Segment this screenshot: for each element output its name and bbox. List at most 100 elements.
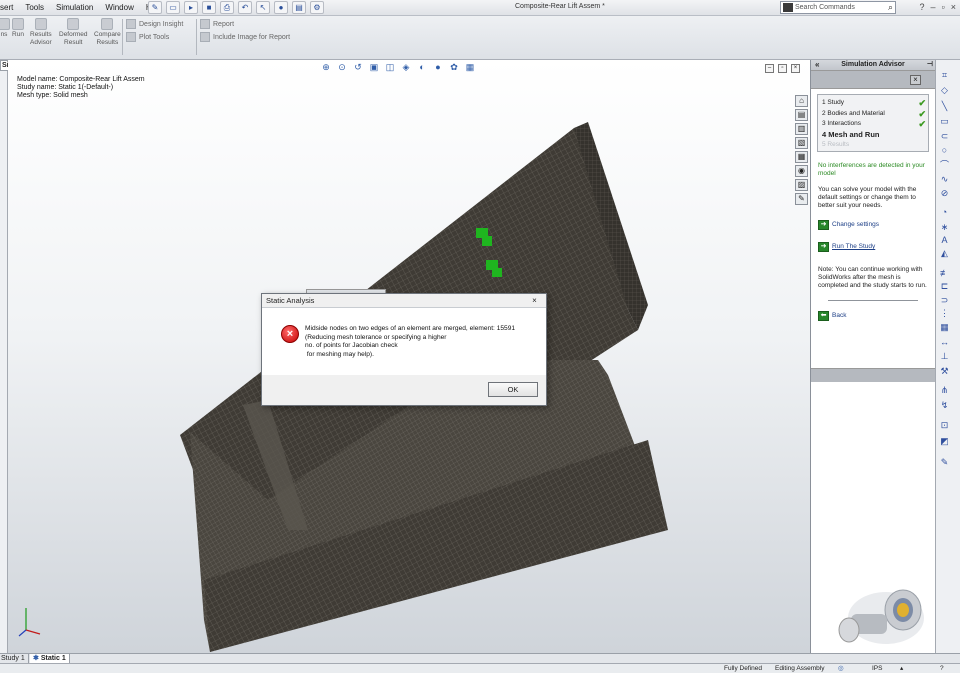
cmd-item-ns[interactable]: ns <box>0 18 10 39</box>
move-entities-icon[interactable]: ↔ <box>939 337 950 347</box>
view-palette-icon[interactable]: ▦ <box>795 151 808 163</box>
step-mesh-run[interactable]: 4 Mesh and Run <box>822 130 924 141</box>
menu-tools[interactable]: Tools <box>19 2 50 14</box>
back-link[interactable]: ⬅ Back <box>818 311 928 321</box>
message-line-4: for meshing may help). <box>305 350 374 358</box>
advisor-close-icon[interactable]: × <box>910 75 921 85</box>
restore-icon[interactable]: ▫ <box>942 2 945 12</box>
offset-icon[interactable]: ⊃ <box>939 295 950 305</box>
appearances-icon[interactable]: ◉ <box>795 165 808 177</box>
undo-icon[interactable]: ↶ <box>238 1 252 14</box>
quick-snaps-icon[interactable]: ⋔ <box>939 385 950 395</box>
zoom-to-fit-icon[interactable]: ⊕ <box>320 62 332 73</box>
run-button[interactable]: Run <box>12 18 24 39</box>
include-image-button[interactable]: Include Image for Report <box>200 32 290 42</box>
viewport-close-icon[interactable]: × <box>791 64 800 73</box>
deformed-result-button[interactable]: Deformed Result <box>59 18 88 46</box>
print-icon[interactable]: ⎙ <box>220 1 234 14</box>
line-icon[interactable]: ╲ <box>939 101 950 111</box>
slot-icon[interactable]: ⊂ <box>939 131 950 141</box>
ellipse-icon[interactable]: ⊘ <box>939 188 950 198</box>
save-icon[interactable]: ■ <box>202 1 216 14</box>
spline-icon[interactable]: ∿ <box>939 174 950 184</box>
step-interactions[interactable]: 3 Interactions ✔ <box>822 119 926 130</box>
help-icon[interactable]: ? <box>940 664 944 673</box>
sketch-icon[interactable]: ⌗ <box>939 70 950 80</box>
step-bodies-material[interactable]: 2 Bodies and Material ✔ <box>822 109 926 120</box>
step-results: 5 Results <box>822 141 850 148</box>
instant-2d-icon[interactable]: ⊡ <box>939 420 950 430</box>
message-line-2: (Reducing mesh tolerance or specifying a… <box>305 333 447 341</box>
units-dropdown-icon[interactable]: ▴ <box>900 664 903 673</box>
rectangle-icon[interactable]: ▭ <box>939 116 950 126</box>
scene-icon[interactable]: ✿ <box>448 62 460 73</box>
pin-icon[interactable]: ✎ <box>148 1 162 14</box>
options-icon[interactable]: ⚙ <box>310 1 324 14</box>
simulation-advisor-icon[interactable]: ✎ <box>795 193 808 205</box>
smart-dimension-icon[interactable]: ◇ <box>939 85 950 95</box>
convert-entities-icon[interactable]: ⊏ <box>939 281 950 291</box>
study-name: Study name: Static 1(-Default-) <box>17 84 114 91</box>
message-line-1: Midside nodes on two edges of an element… <box>305 325 516 332</box>
menu-insert[interactable]: sert <box>0 2 19 14</box>
point-icon[interactable]: ∗ <box>939 222 950 232</box>
text-icon[interactable]: A <box>939 235 950 245</box>
results-advisor-button[interactable]: Results Advisor <box>30 18 52 46</box>
section-view-icon[interactable]: ▣ <box>368 62 380 73</box>
rapid-sketch-icon[interactable]: ↯ <box>939 400 950 410</box>
help-icon[interactable]: ? <box>920 2 925 12</box>
search-commands-input[interactable]: Search Commands ⌕ <box>780 1 896 14</box>
solidworks-resources-icon[interactable]: ⌂ <box>795 95 808 107</box>
shaded-sketch-icon[interactable]: ◩ <box>939 436 950 446</box>
repair-sketch-icon[interactable]: ⚒ <box>939 366 950 376</box>
hide-show-icon[interactable]: ◐ <box>416 62 428 73</box>
circle-icon[interactable]: ○ <box>939 145 950 155</box>
dialog-close-icon[interactable]: × <box>528 296 541 306</box>
check-icon: ✔ <box>918 119 926 129</box>
appearance-icon[interactable]: ● <box>432 62 444 73</box>
pin-icon[interactable]: ⊣ <box>927 60 933 70</box>
previous-view-icon[interactable]: ↺ <box>352 62 364 73</box>
file-explorer-icon[interactable]: ▥ <box>795 123 808 135</box>
relations-icon[interactable]: ⊥ <box>939 351 950 361</box>
rebuild-icon[interactable]: ● <box>274 1 288 14</box>
view-settings-icon[interactable]: ▦ <box>464 62 476 73</box>
trim-icon[interactable]: ≢ <box>939 268 950 278</box>
design-insight-button[interactable]: Design Insight <box>126 19 183 29</box>
menu-simulation[interactable]: Simulation <box>50 2 99 14</box>
view-orientation-icon[interactable]: ◫ <box>384 62 396 73</box>
plane-icon[interactable]: ◭ <box>939 248 950 258</box>
minimize-icon[interactable]: – <box>931 2 936 12</box>
mirror-icon[interactable]: ⋮ <box>939 308 950 318</box>
custom-properties-icon[interactable]: ▨ <box>795 179 808 191</box>
change-settings-link[interactable]: ➜ Change settings <box>818 220 928 230</box>
plot-tools-button[interactable]: Plot Tools <box>126 32 169 42</box>
advisor-footer <box>811 368 935 382</box>
step-study[interactable]: 1 Study ✔ <box>822 98 926 109</box>
report-button[interactable]: Report <box>200 19 234 29</box>
command-manager: ns Run Results Advisor Deformed Result C… <box>0 16 960 60</box>
collapse-pane-icon[interactable]: « <box>815 60 819 70</box>
new-document-icon[interactable]: ▭ <box>166 1 180 14</box>
folder-icon[interactable]: ▧ <box>795 137 808 149</box>
compare-results-button[interactable]: Compare Results <box>94 18 121 46</box>
run-study-link[interactable]: ➜ Run The Study <box>818 242 928 252</box>
menu-window[interactable]: Window <box>99 2 139 14</box>
design-library-icon[interactable]: ▤ <box>795 109 808 121</box>
customize-icon[interactable]: ✎ <box>939 457 950 467</box>
viewport-minimize-icon[interactable]: – <box>765 64 774 73</box>
viewport-controls: – ▫ × <box>765 64 800 73</box>
close-icon[interactable]: × <box>951 2 956 12</box>
select-icon[interactable]: ↖ <box>256 1 270 14</box>
status-units[interactable]: IPS <box>872 664 882 673</box>
arc-icon[interactable]: ⌒ <box>939 160 950 170</box>
viewport-restore-icon[interactable]: ▫ <box>778 64 787 73</box>
ok-button[interactable]: OK <box>488 382 538 397</box>
open-icon[interactable]: ▸ <box>184 1 198 14</box>
linear-pattern-icon[interactable]: ▦ <box>939 322 950 332</box>
search-icon[interactable]: ⌕ <box>888 2 893 13</box>
zoom-area-icon[interactable]: ⊙ <box>336 62 348 73</box>
display-style-icon[interactable]: ◈ <box>400 62 412 73</box>
file-properties-icon[interactable]: ▤ <box>292 1 306 14</box>
fillet-icon[interactable]: ◔ <box>939 207 950 217</box>
